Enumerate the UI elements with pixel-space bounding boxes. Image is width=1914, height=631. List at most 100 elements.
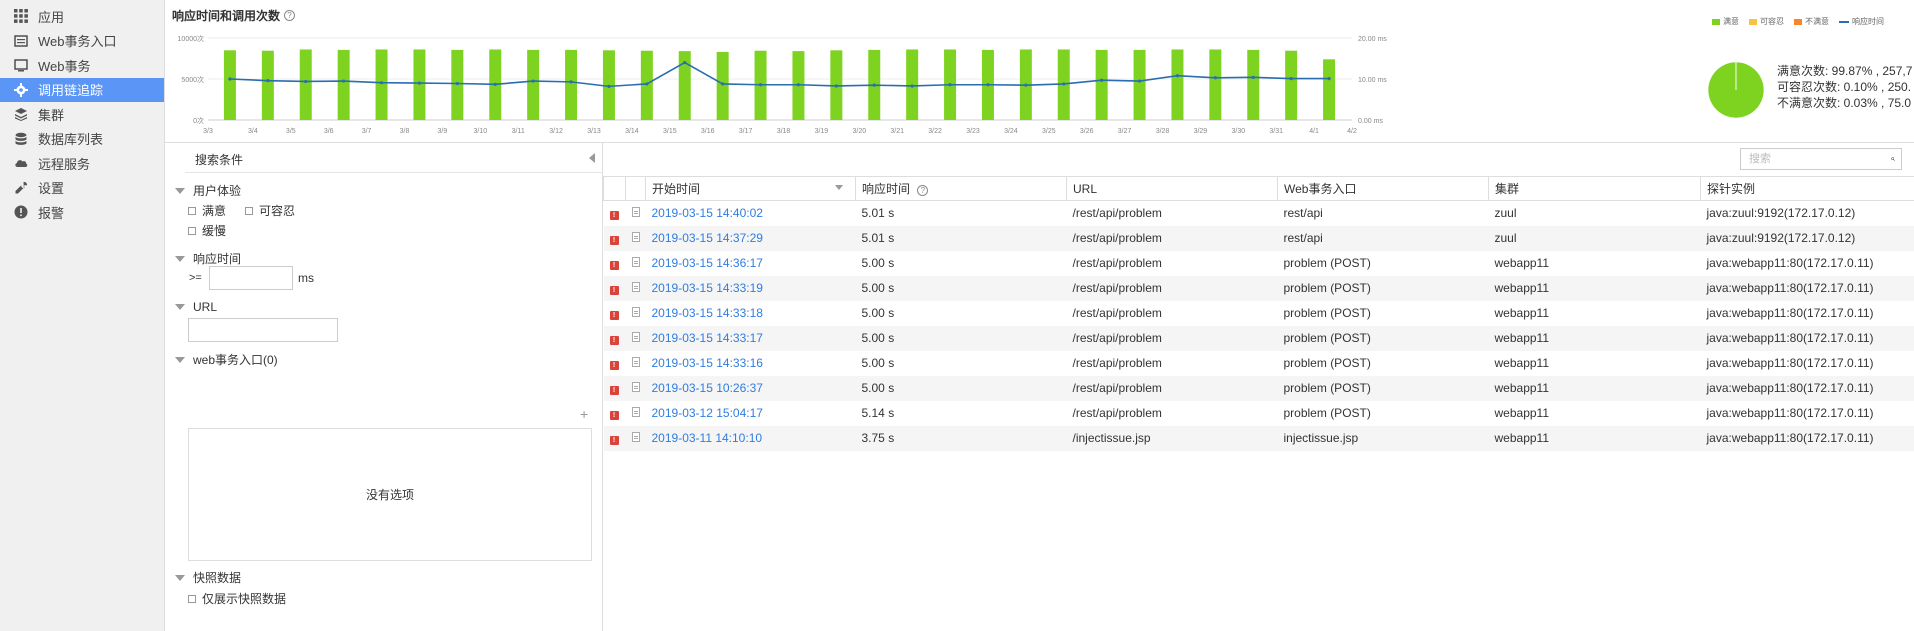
sidebar-item-7[interactable]: 设置: [0, 176, 164, 201]
table-row[interactable]: ! 2019-03-15 14:36:17 5.00 s/rest/api/prob…: [604, 251, 1914, 276]
x-tick-label: 3/9: [438, 128, 448, 135]
col-response-time[interactable]: 响应时间 ?: [855, 176, 1067, 201]
x-tick-label: 3/4: [248, 128, 258, 135]
section-web-entry-label: web事务入口(0): [193, 353, 278, 367]
sort-desc-icon[interactable]: [835, 185, 843, 190]
x-tick-label: 3/25: [1042, 128, 1056, 135]
legend-frustrated-label: 不满意: [1805, 17, 1829, 26]
start-time-cell[interactable]: 2019-03-15 10:26:37: [645, 375, 856, 401]
search-input[interactable]: [1741, 149, 1891, 169]
col-web-entry[interactable]: Web事务入口: [1277, 176, 1489, 201]
document-icon[interactable]: [631, 307, 640, 317]
section-response-time[interactable]: 响应时间: [175, 250, 241, 267]
bar: [1323, 59, 1336, 120]
start-time-cell[interactable]: 2019-03-15 14:36:17: [646, 251, 856, 276]
table-row[interactable]: ! 2019-03-12 15:04:17 5.14 s/rest/api/prob…: [604, 401, 1914, 426]
table-row[interactable]: ! 2019-03-15 14:33:19 5.00 s/rest/api/prob…: [603, 275, 1914, 301]
error-icon: !: [609, 236, 619, 245]
start-time-cell[interactable]: 2019-03-15 14:37:29: [645, 225, 856, 251]
x-tick-label: 3/30: [1231, 128, 1245, 135]
table-row[interactable]: ! 2019-03-15 14:33:16 5.00 s/rest/api/prob…: [604, 351, 1914, 376]
sidebar-item-6[interactable]: 远程服务: [0, 151, 164, 176]
sidebar: 应用 Web事务入口 Web事务 调用链追踪 集群 数据库列表 远程服务 设置 报警: [0, 0, 165, 631]
y-left-tick-label: 5000次: [181, 75, 204, 84]
url-input[interactable]: [188, 318, 338, 342]
document-icon[interactable]: [631, 207, 640, 218]
search-box[interactable]: [1740, 148, 1902, 170]
x-tick-label: 3/24: [1004, 128, 1018, 135]
sidebar-item-1[interactable]: Web事务入口: [0, 29, 164, 54]
sidebar-item-label: 应用: [38, 9, 65, 25]
response-time-point: [493, 82, 497, 86]
cluster-cell: webapp11: [1488, 275, 1701, 301]
document-icon[interactable]: [631, 257, 640, 267]
document-icon[interactable]: [631, 432, 640, 442]
checkbox-tolerating[interactable]: 可容忍: [245, 202, 295, 219]
table-row[interactable]: ! 2019-03-15 14:33:18 5.00 s/rest/api/prob…: [604, 301, 1914, 326]
collapse-down-icon: [175, 255, 185, 262]
snapshot-cell: [625, 375, 646, 401]
web-entry-cell: problem (POST): [1277, 325, 1489, 351]
document-icon[interactable]: [631, 282, 640, 292]
agent-instance-cell: java:zuul:9192(172.17.0.12): [1706, 206, 1856, 221]
table-row[interactable]: ! 2019-03-15 14:37:29 5.01 s/rest/api/prob…: [603, 225, 1914, 251]
table-header-row: 开始时间 响应时间 ? URL Web事务入口 集群 探针实例: [603, 176, 1914, 201]
document-icon[interactable]: [631, 232, 640, 242]
sidebar-item-2[interactable]: Web事务: [0, 53, 164, 78]
add-icon[interactable]: +: [580, 406, 588, 422]
legend-response-time[interactable]: 响应时间: [1839, 16, 1884, 27]
col-start-time[interactable]: 开始时间: [645, 176, 856, 201]
monitor-icon: [14, 59, 28, 72]
response-time-input[interactable]: [209, 266, 293, 290]
response-time-point: [796, 83, 801, 87]
sidebar-item-3[interactable]: 调用链追踪: [0, 77, 164, 102]
checkbox-slow-label: 缓慢: [202, 224, 227, 238]
table-row[interactable]: ! 2019-03-15 14:33:17 5.00 s/rest/api/prob…: [603, 325, 1914, 351]
help-icon[interactable]: ?: [917, 185, 929, 196]
search-icon[interactable]: [1891, 154, 1895, 164]
response-time-point: [872, 83, 876, 87]
section-snapshot[interactable]: 快照数据: [175, 569, 241, 586]
start-time-cell[interactable]: 2019-03-15 14:40:02: [646, 201, 856, 226]
table-row[interactable]: ! 2019-03-11 14:10:10 3.75 s/injectissue.j…: [603, 425, 1914, 451]
start-time-cell[interactable]: 2019-03-15 14:33:18: [646, 301, 856, 326]
start-time-cell[interactable]: 2019-03-11 14:10:10: [645, 425, 856, 451]
table-row[interactable]: ! 2019-03-15 10:26:37 5.00 s/rest/api/prob…: [603, 375, 1914, 401]
section-web-entry[interactable]: web事务入口(0): [175, 351, 278, 368]
cluster-cell: webapp11: [1494, 306, 1550, 320]
collapse-left-icon[interactable]: [589, 153, 595, 163]
checkbox-slow[interactable]: 缓慢: [188, 222, 226, 239]
document-icon[interactable]: [631, 357, 640, 367]
legend-tolerating[interactable]: 可容忍: [1749, 16, 1784, 27]
document-icon[interactable]: [631, 382, 640, 392]
table-row[interactable]: ! 2019-03-15 14:40:02 5.01 s/rest/api/prob…: [604, 201, 1914, 226]
start-time-cell[interactable]: 2019-03-12 15:04:17: [646, 401, 856, 426]
checkbox-satisfied[interactable]: 满意: [188, 202, 226, 219]
response-time-point: [683, 61, 687, 65]
section-url[interactable]: URL: [175, 300, 217, 314]
start-time-cell[interactable]: 2019-03-15 14:33:17: [645, 325, 856, 351]
sidebar-item-5[interactable]: 数据库列表: [0, 127, 164, 152]
legend-frustrated[interactable]: 不满意: [1794, 16, 1829, 27]
sidebar-item-8[interactable]: 报警: [0, 200, 164, 225]
legend-satisfied[interactable]: 满意: [1712, 16, 1739, 27]
start-time-cell[interactable]: 2019-03-15 14:33:16: [646, 351, 856, 376]
start-time-cell[interactable]: 2019-03-15 14:33:19: [645, 275, 856, 301]
checkbox-snapshot-only[interactable]: 仅展示快照数据: [188, 590, 286, 607]
response-chart: 0次 5000次 10000次 0.00 ms 10.00 ms 20.00 ms 3/3 3…: [178, 34, 1388, 135]
col-cluster[interactable]: 集群: [1488, 176, 1701, 201]
sidebar-item-0[interactable]: 应用: [0, 4, 164, 29]
status-cell: !: [603, 225, 626, 251]
error-icon: !: [609, 286, 619, 295]
col-agent-instance[interactable]: 探针实例: [1700, 176, 1914, 201]
section-user-experience[interactable]: 用户体验: [175, 182, 241, 199]
web-entry-options-box[interactable]: 没有选项: [188, 428, 592, 561]
response-time-point: [569, 80, 573, 84]
document-icon[interactable]: [631, 332, 640, 342]
sidebar-item-4[interactable]: 集群: [0, 102, 164, 127]
trace-table: 开始时间 响应时间 ? URL Web事务入口 集群 探针实例 ! 2019-03…: [603, 176, 1914, 451]
document-icon[interactable]: [631, 407, 640, 417]
col-url[interactable]: URL: [1066, 176, 1278, 201]
pie-stat-frustrated: 不满意次数: 0.03% , 75.0: [1777, 96, 1912, 110]
bar: [375, 49, 388, 121]
